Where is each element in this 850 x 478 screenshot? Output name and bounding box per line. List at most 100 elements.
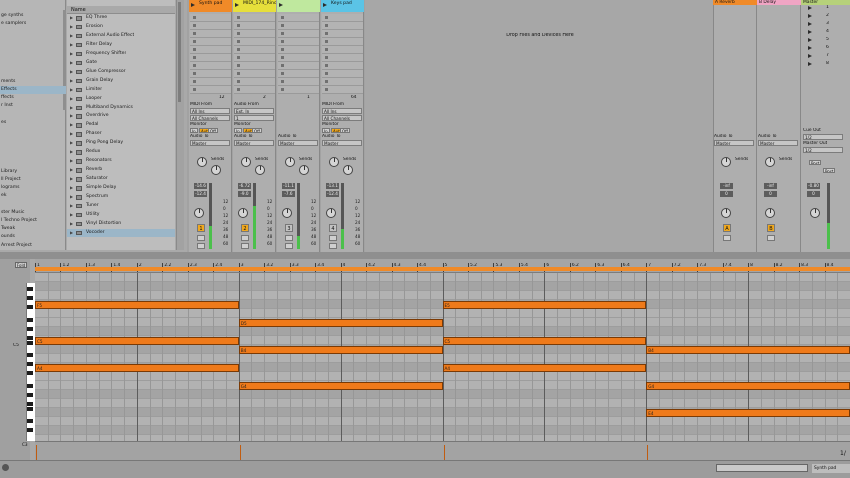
channel-select[interactable]: All Channels [322, 115, 362, 121]
clip-slot[interactable] [190, 22, 231, 30]
clip-slot[interactable] [190, 38, 231, 46]
clip-slot[interactable] [322, 30, 363, 38]
places-item[interactable] [0, 37, 66, 45]
clip-stop-icon[interactable] [237, 80, 240, 83]
master-volume-display[interactable]: -0.80 [807, 183, 820, 189]
places-item[interactable]: ek [0, 192, 66, 200]
clip-slot[interactable] [234, 14, 275, 22]
send-a-knob[interactable] [765, 157, 775, 167]
send-b-knob[interactable] [343, 165, 353, 175]
places-item[interactable]: ge synths [0, 12, 66, 20]
places-item[interactable] [0, 53, 66, 61]
scene-launch-icon[interactable] [808, 30, 812, 34]
scene-number[interactable]: 2 [826, 13, 829, 18]
browser-item[interactable]: ▶ Grain Delay [67, 77, 175, 86]
clip-slot[interactable] [234, 78, 275, 86]
expand-arrow-icon[interactable]: ▶ [70, 184, 73, 193]
browser-item[interactable]: ▶ Frequency Shifter [67, 50, 175, 59]
black-key[interactable] [27, 287, 33, 291]
clip-stop-icon[interactable] [281, 48, 284, 51]
black-key[interactable] [27, 393, 33, 397]
send-b-knob[interactable] [211, 165, 221, 175]
audio-to-select[interactable]: Master [714, 140, 754, 146]
clip-play-icon[interactable] [279, 3, 283, 7]
velocity-marker[interactable] [239, 445, 241, 460]
places-item[interactable] [0, 160, 66, 168]
info-toggle-icon[interactable] [2, 464, 9, 471]
return-track-a[interactable] [713, 0, 757, 252]
places-item[interactable] [0, 28, 66, 36]
places-item[interactable]: lograms [0, 184, 66, 192]
clip-stop-icon[interactable] [325, 56, 328, 59]
places-item[interactable]: ll Project [0, 176, 66, 184]
audio-to-select[interactable]: Master [322, 140, 362, 146]
scene-launch-icon[interactable] [808, 14, 812, 18]
piano-keyboard[interactable] [26, 283, 35, 441]
expand-arrow-icon[interactable]: ▶ [70, 112, 73, 121]
expand-arrow-icon[interactable]: ▶ [70, 86, 73, 95]
pan-display[interactable]: 0 [720, 191, 733, 197]
clip-stop-icon[interactable] [325, 24, 328, 27]
places-item[interactable]: ffects [0, 94, 66, 102]
clip-slot[interactable] [278, 14, 319, 22]
places-item[interactable] [0, 201, 66, 209]
expand-arrow-icon[interactable]: ▶ [70, 130, 73, 139]
volume-display[interactable]: -11.1 [282, 183, 295, 189]
browser-item[interactable]: ▶ Glue Compressor [67, 68, 175, 77]
browser-item[interactable]: ▶ Looper [67, 95, 175, 104]
send-a-knob[interactable] [721, 157, 731, 167]
monitor-in-button[interactable]: In [322, 128, 330, 133]
clip-slot[interactable] [190, 86, 231, 94]
clip-slot[interactable] [322, 38, 363, 46]
clip-slot[interactable] [278, 86, 319, 94]
places-item[interactable] [0, 143, 66, 151]
clip-play-icon[interactable] [191, 3, 195, 7]
browser-item[interactable]: ▶ Multiband Dynamics [67, 104, 175, 113]
clip-stop-icon[interactable] [325, 64, 328, 67]
master-pan-display[interactable]: 0 [807, 191, 820, 197]
clip-stop-icon[interactable] [237, 16, 240, 19]
midi-note[interactable]: A4 [35, 363, 239, 372]
clip-slot[interactable] [278, 78, 319, 86]
black-key[interactable] [27, 407, 33, 411]
clip-slot[interactable] [234, 30, 275, 38]
track-strip[interactable]: Synth pad 12 MIDI From All Ins All Channels M… [189, 0, 232, 252]
pan-knob[interactable] [765, 208, 775, 218]
browser-item[interactable]: ▶ Vocoder [67, 228, 175, 238]
pan-knob[interactable] [238, 208, 248, 218]
clip-slot[interactable] [190, 54, 231, 62]
browser-item[interactable]: ▶ Filter Delay [67, 41, 175, 50]
send-b-knob[interactable] [299, 165, 309, 175]
loop-brace[interactable] [35, 267, 850, 271]
black-key[interactable] [27, 296, 33, 300]
black-key[interactable] [27, 327, 33, 331]
scene-number[interactable]: 7 [826, 53, 829, 58]
master-out-select[interactable]: 1/2 [803, 147, 843, 153]
midi-note[interactable]: C5 [442, 336, 647, 345]
scene-number[interactable]: 4 [826, 29, 829, 34]
solo-button[interactable] [767, 235, 775, 241]
input-select[interactable]: All Ins [322, 108, 362, 114]
clip-stop-icon[interactable] [193, 40, 196, 43]
scene-launch-icon[interactable] [808, 38, 812, 42]
audio-to-select[interactable]: Master [234, 140, 274, 146]
send-a-knob[interactable] [285, 157, 295, 167]
places-item[interactable]: Tweak [0, 225, 66, 233]
pan-display[interactable]: -12.4 [326, 191, 339, 197]
track-title[interactable]: Synth pad [189, 0, 232, 12]
clip-stop-icon[interactable] [281, 32, 284, 35]
solo-button[interactable] [285, 235, 293, 241]
scene-number[interactable]: 1 [826, 5, 829, 10]
clip-slot[interactable] [190, 14, 231, 22]
scene-launch-icon[interactable] [808, 6, 812, 10]
places-item[interactable]: es [0, 119, 66, 127]
clip-slot[interactable] [190, 62, 231, 70]
black-key[interactable] [27, 402, 33, 406]
browser-item[interactable]: ▶ Reverb [67, 166, 175, 175]
scene-number[interactable]: 6 [826, 45, 829, 50]
scene-number[interactable]: 8 [826, 61, 829, 66]
clip-slot[interactable] [278, 38, 319, 46]
clip-stop-icon[interactable] [193, 88, 196, 91]
clip-slot[interactable] [278, 54, 319, 62]
clip-stop-icon[interactable] [281, 64, 284, 67]
